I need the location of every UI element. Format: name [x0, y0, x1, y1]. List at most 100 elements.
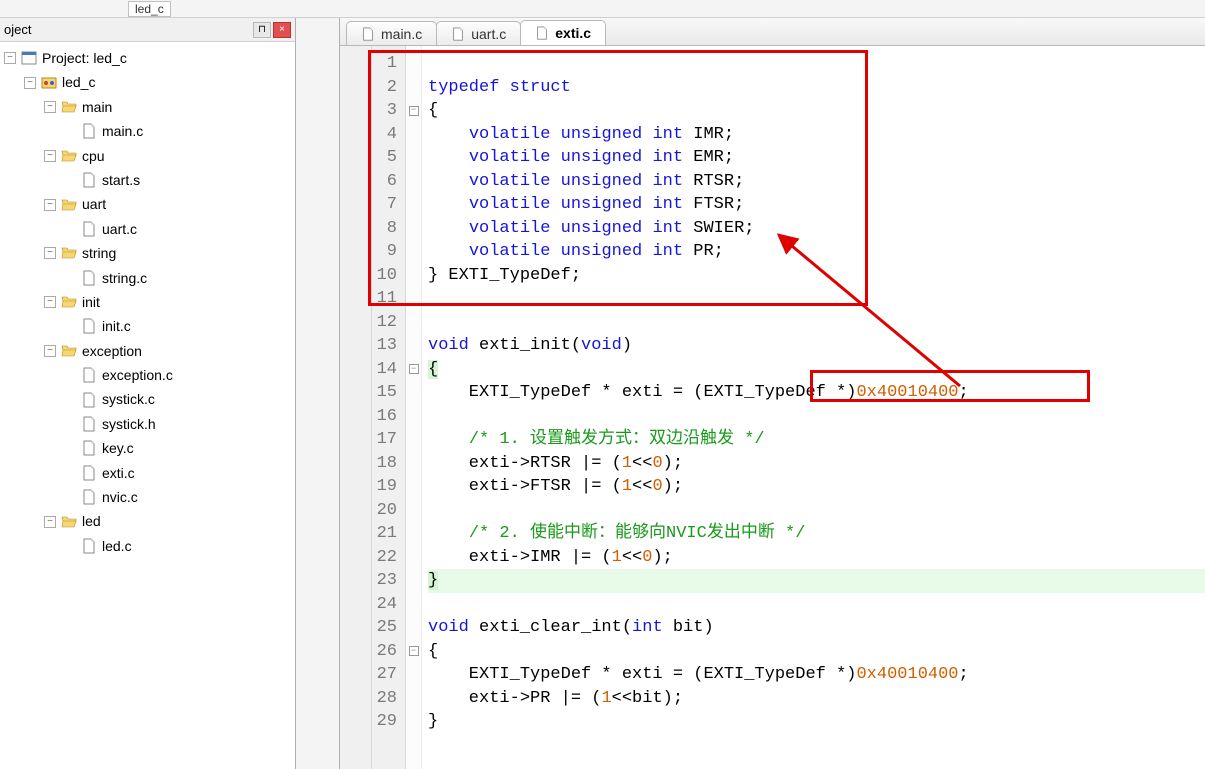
tree-icon [80, 123, 98, 139]
code-line-3[interactable]: { [428, 99, 1205, 123]
folder-main[interactable]: −main [2, 95, 293, 119]
tree-icon [80, 489, 98, 505]
code-line-28[interactable]: exti->PR |= (1<<bit); [428, 687, 1205, 711]
code-line-16[interactable] [428, 405, 1205, 429]
expand-icon[interactable] [64, 442, 76, 454]
code-line-23[interactable]: } [428, 569, 1205, 593]
file-exception-c[interactable]: exception.c [2, 363, 293, 387]
code-line-18[interactable]: exti->RTSR |= (1<<0); [428, 452, 1205, 476]
expand-icon[interactable] [64, 540, 76, 552]
expand-icon[interactable] [64, 394, 76, 406]
file-uart-c[interactable]: uart.c [2, 217, 293, 241]
expand-icon[interactable] [64, 174, 76, 186]
panel-header: oject ⊓ × [0, 18, 295, 42]
code-line-4[interactable]: volatile unsigned int IMR; [428, 123, 1205, 147]
expand-icon[interactable] [64, 491, 76, 503]
tree-icon [60, 99, 78, 115]
code-line-10[interactable]: } EXTI_TypeDef; [428, 264, 1205, 288]
code-line-2[interactable]: typedef struct [428, 76, 1205, 100]
file-led-c[interactable]: led.c [2, 534, 293, 558]
expand-icon[interactable]: − [24, 77, 36, 89]
file-main-c[interactable]: main.c [2, 119, 293, 143]
expand-icon[interactable]: − [44, 296, 56, 308]
folder-init[interactable]: −init [2, 290, 293, 314]
detached-tab[interactable]: led_c [128, 1, 171, 17]
file-icon [535, 26, 549, 40]
expand-icon[interactable] [64, 223, 76, 235]
fold-toggle[interactable]: − [409, 106, 419, 116]
expand-icon[interactable] [64, 320, 76, 332]
code-line-12[interactable] [428, 311, 1205, 335]
expand-icon[interactable]: − [44, 516, 56, 528]
expand-icon[interactable]: − [44, 101, 56, 113]
file-key-c[interactable]: key.c [2, 436, 293, 460]
fold-toggle[interactable]: − [409, 364, 419, 374]
code-line-8[interactable]: volatile unsigned int SWIER; [428, 217, 1205, 241]
folder-string[interactable]: −string [2, 241, 293, 265]
code-line-17[interactable]: /* 1. 设置触发方式：双边沿触发 */ [428, 428, 1205, 452]
code-line-26[interactable]: { [428, 640, 1205, 664]
folder-uart[interactable]: − uart [2, 192, 293, 216]
file-systick-c[interactable]: systick.c [2, 387, 293, 411]
close-button[interactable]: × [273, 22, 291, 38]
code-line-24[interactable] [428, 593, 1205, 617]
expand-icon[interactable]: − [44, 150, 56, 162]
expand-icon[interactable]: − [44, 247, 56, 259]
file-nvic-c[interactable]: nvic.c [2, 485, 293, 509]
project-tree[interactable]: −Project: led_c−led_c−mainmain.c−cpustar… [0, 42, 295, 769]
folder-cpu[interactable]: −cpu [2, 144, 293, 168]
file-systick-h[interactable]: systick.h [2, 412, 293, 436]
expand-icon[interactable]: − [44, 199, 56, 211]
code-editor[interactable]: 1234567891011121314151617181920212223242… [340, 46, 1205, 769]
expand-icon[interactable] [64, 418, 76, 430]
code-line-7[interactable]: volatile unsigned int FTSR; [428, 193, 1205, 217]
code-line-11[interactable] [428, 287, 1205, 311]
code-line-21[interactable]: /* 2. 使能中断：能够向NVIC发出中断 */ [428, 522, 1205, 546]
file-init-c[interactable]: init.c [2, 314, 293, 338]
code-line-29[interactable]: } [428, 710, 1205, 734]
code-line-9[interactable]: volatile unsigned int PR; [428, 240, 1205, 264]
tree-icon [80, 172, 98, 188]
code-line-14[interactable]: { [428, 358, 1205, 382]
tab-exti-c[interactable]: exti.c [520, 20, 606, 45]
tab-main-c[interactable]: main.c [346, 21, 437, 45]
tree-label: exception [82, 340, 142, 362]
folder-led[interactable]: −led [2, 509, 293, 533]
tree-icon [60, 197, 78, 213]
file-string-c[interactable]: string.c [2, 266, 293, 290]
expand-icon[interactable] [64, 467, 76, 479]
expand-icon[interactable] [64, 369, 76, 381]
expand-icon[interactable] [64, 125, 76, 137]
tree-label: systick.c [102, 388, 155, 410]
code-text[interactable]: typedef struct{ volatile unsigned int IM… [422, 46, 1205, 769]
fold-column[interactable]: − − − [406, 46, 422, 769]
code-line-19[interactable]: exti->FTSR |= (1<<0); [428, 475, 1205, 499]
expand-icon[interactable]: − [4, 52, 16, 64]
tab-uart-c[interactable]: uart.c [436, 21, 521, 45]
folder-exception[interactable]: − exception [2, 339, 293, 363]
code-line-5[interactable]: volatile unsigned int EMR; [428, 146, 1205, 170]
code-line-25[interactable]: void exti_clear_int(int bit) [428, 616, 1205, 640]
code-line-20[interactable] [428, 499, 1205, 523]
tree-icon [60, 343, 78, 359]
file-start-s[interactable]: start.s [2, 168, 293, 192]
tab-label: main.c [381, 26, 422, 42]
file-icon [451, 27, 465, 41]
code-line-1[interactable] [428, 52, 1205, 76]
code-line-6[interactable]: volatile unsigned int RTSR; [428, 170, 1205, 194]
project-root[interactable]: −Project: led_c [2, 46, 293, 70]
file-exti-c[interactable]: exti.c [2, 461, 293, 485]
project-panel: oject ⊓ × −Project: led_c−led_c−mainmain… [0, 18, 296, 769]
target-node[interactable]: −led_c [2, 70, 293, 94]
expand-icon[interactable] [64, 272, 76, 284]
splitter-gap[interactable] [296, 18, 340, 769]
code-line-22[interactable]: exti->IMR |= (1<<0); [428, 546, 1205, 570]
pin-button[interactable]: ⊓ [253, 22, 271, 38]
tree-label: uart [82, 193, 106, 215]
fold-toggle[interactable]: − [409, 646, 419, 656]
code-line-27[interactable]: EXTI_TypeDef * exti = (EXTI_TypeDef *)0x… [428, 663, 1205, 687]
expand-icon[interactable]: − [44, 345, 56, 357]
code-line-13[interactable]: void exti_init(void) [428, 334, 1205, 358]
code-line-15[interactable]: EXTI_TypeDef * exti = (EXTI_TypeDef *)0x… [428, 381, 1205, 405]
breakpoint-margin[interactable] [340, 46, 372, 769]
